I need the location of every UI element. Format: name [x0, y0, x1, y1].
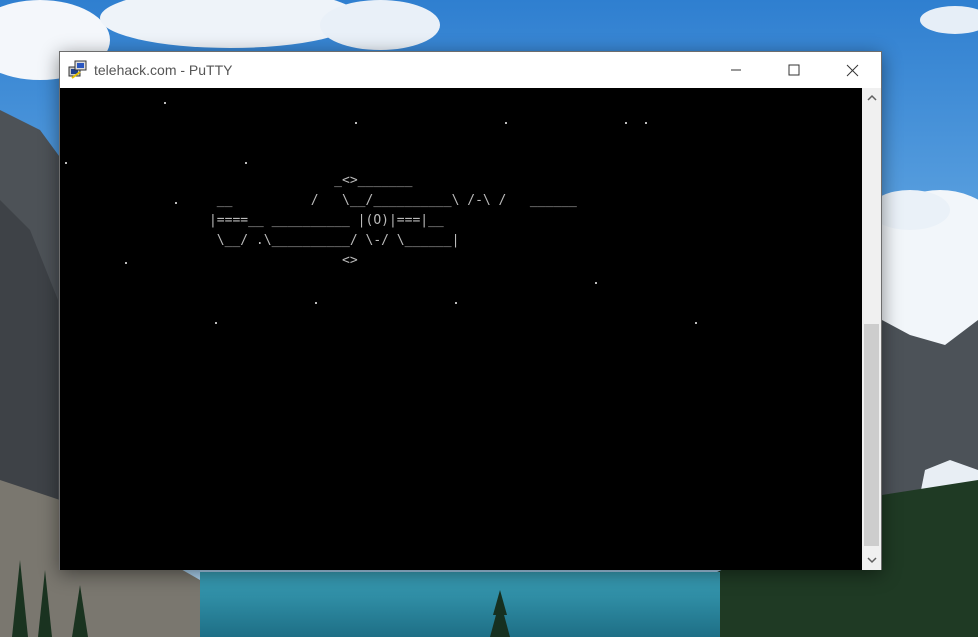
star-dot	[315, 302, 317, 304]
ascii-art-line: <>	[162, 253, 358, 268]
terminal-screen[interactable]: _<>_______ __ / \__/__________\ /-\ / __…	[60, 88, 862, 570]
star-dot	[455, 302, 457, 304]
star-dot	[164, 102, 166, 104]
close-button[interactable]	[829, 52, 875, 88]
star-dot	[65, 162, 67, 164]
title-bar[interactable]: telehack.com - PuTTY	[60, 52, 881, 88]
scroll-up-arrow-icon	[866, 94, 877, 101]
ascii-art-line: \__/ .\__________/ \-/ \______|	[162, 233, 460, 248]
putty-icon[interactable]	[68, 60, 88, 80]
maximize-icon	[788, 64, 800, 76]
scroll-down-button[interactable]	[862, 550, 881, 570]
window-title: telehack.com - PuTTY	[94, 62, 233, 78]
maximize-button[interactable]	[771, 52, 817, 88]
putty-window[interactable]: telehack.com - PuTTY _<>_______ __ / \__…	[59, 51, 882, 570]
close-icon	[846, 64, 858, 76]
scrollbar-thumb[interactable]	[864, 324, 879, 546]
ascii-art-line: |====__ __________ |(O)|===|__	[162, 213, 444, 228]
star-dot	[695, 322, 697, 324]
star-dot	[125, 262, 127, 264]
ascii-art-line: __ / \__/__________\ /-\ / ______	[162, 193, 577, 208]
scroll-down-arrow-icon	[866, 557, 877, 564]
star-dot	[355, 122, 357, 124]
star-dot	[625, 122, 627, 124]
star-dot	[505, 122, 507, 124]
star-dot	[595, 282, 597, 284]
ascii-art-line: _<>_______	[162, 173, 413, 188]
scroll-up-button[interactable]	[862, 88, 881, 108]
minimize-button[interactable]	[713, 52, 759, 88]
minimize-icon	[731, 69, 741, 71]
star-dot	[645, 122, 647, 124]
vertical-scrollbar[interactable]	[862, 88, 881, 570]
star-dot	[245, 162, 247, 164]
star-dot	[215, 322, 217, 324]
